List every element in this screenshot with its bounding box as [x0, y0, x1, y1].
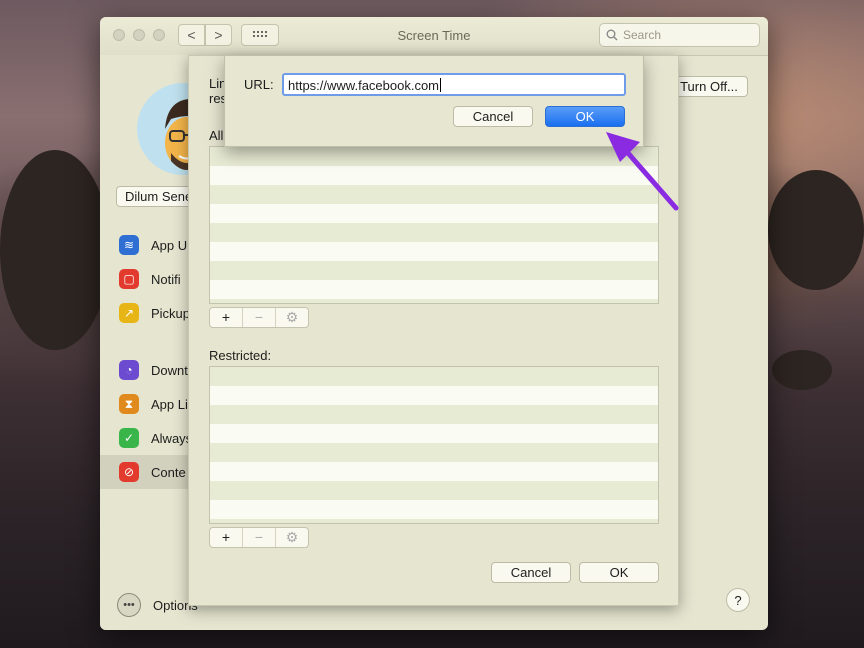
url-input[interactable]: https://www.facebook.com [282, 73, 626, 96]
url-cancel-button[interactable]: Cancel [453, 106, 533, 127]
remove-restricted-button[interactable]: − [243, 528, 276, 547]
restricted-list-controls: + − ⚙ [209, 527, 309, 548]
url-dialog: URL: https://www.facebook.com Cancel OK [224, 55, 644, 147]
search-icon [606, 29, 618, 41]
wallpaper-rock-left [0, 150, 110, 350]
downtime-icon: ◔ [119, 360, 139, 380]
url-value: https://www.facebook.com [288, 78, 440, 93]
add-restricted-button[interactable]: + [210, 528, 243, 547]
restricted-label: Restricted: [209, 348, 272, 363]
notification-icon: ▢ [119, 269, 139, 289]
gear-icon[interactable]: ⚙ [276, 528, 308, 547]
options-button[interactable]: ••• Options [117, 593, 198, 617]
allowed-list[interactable] [209, 146, 659, 304]
title-bar: < > Screen Time Search [100, 17, 768, 56]
sidebar-item-label: Always [151, 430, 193, 446]
sidebar-item-label: Notifi [151, 271, 181, 287]
sidebar-item-label: App Li [151, 396, 188, 412]
url-ok-button[interactable]: OK [545, 106, 625, 127]
layers-icon: ≋ [119, 235, 139, 255]
help-button[interactable]: ? [726, 588, 750, 612]
sidebar-item-label: Downt [151, 362, 188, 378]
hourglass-icon: ⧗ [119, 394, 139, 414]
allowed-list-controls: + − ⚙ [209, 307, 309, 328]
restricted-list[interactable] [209, 366, 659, 524]
wallpaper-rock-right [768, 170, 864, 290]
remove-allowed-button[interactable]: − [243, 308, 276, 327]
sheet-cancel-button[interactable]: Cancel [491, 562, 571, 583]
restricted-icon: ⊘ [119, 462, 139, 482]
gear-icon[interactable]: ⚙ [276, 308, 308, 327]
wallpaper-rock-small [772, 350, 832, 390]
text-caret [440, 78, 442, 92]
ellipsis-icon: ••• [117, 593, 141, 617]
sidebar-item-label: Conte [151, 464, 186, 480]
add-allowed-button[interactable]: + [210, 308, 243, 327]
phone-pickup-icon: ↗ [119, 303, 139, 323]
sheet-ok-button[interactable]: OK [579, 562, 659, 583]
search-placeholder: Search [623, 28, 662, 42]
allowed-label: All [209, 128, 224, 143]
url-label: URL: [244, 77, 274, 92]
turn-off-button[interactable]: Turn Off... [670, 76, 748, 97]
checkmark-badge-icon: ✓ [119, 428, 139, 448]
sidebar-item-label: Pickup [151, 305, 191, 321]
sidebar-item-label: App U [151, 237, 188, 253]
search-field[interactable]: Search [599, 23, 760, 47]
